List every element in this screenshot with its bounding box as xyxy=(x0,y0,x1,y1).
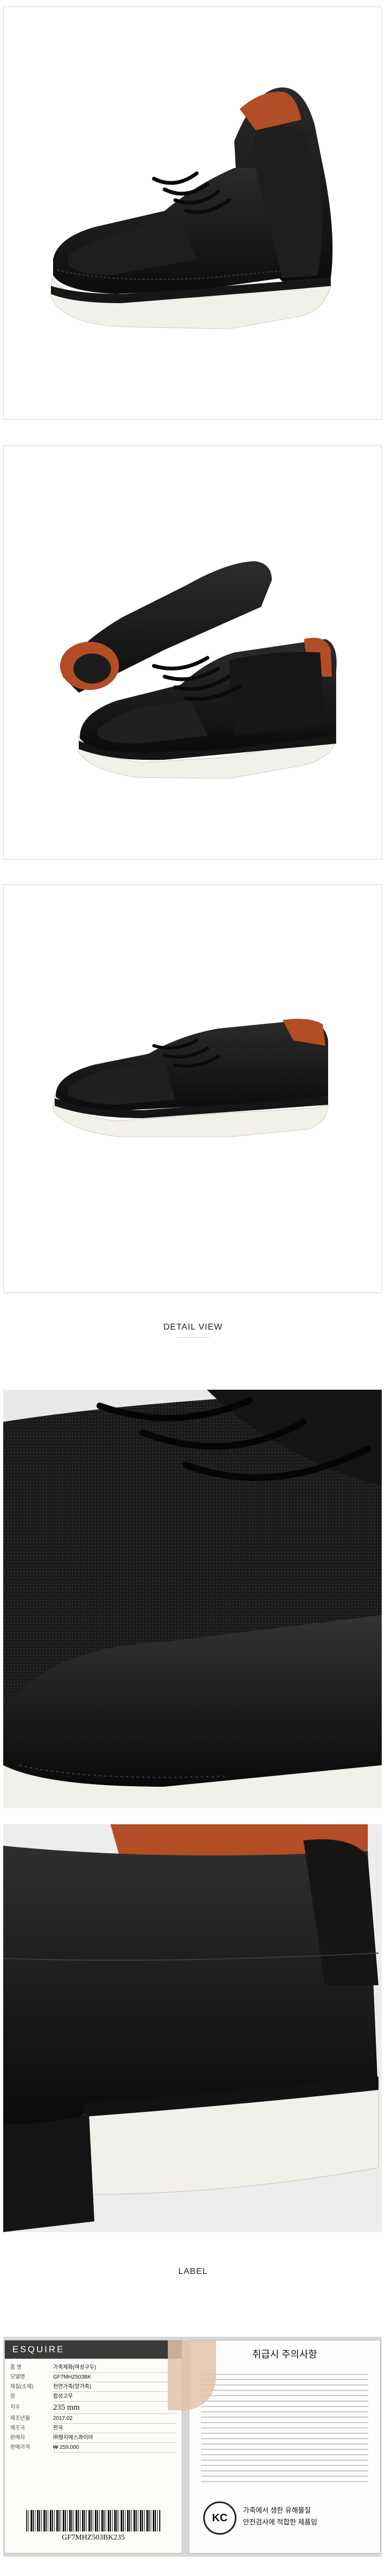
tag-row: 모델명 GF7MHZ503BK xyxy=(10,2373,176,2382)
tag-row-value: 한국 xyxy=(53,2424,176,2433)
tag-row: 판매자 ㈜형지에스콰이아 xyxy=(10,2433,176,2443)
tag-row-key: 판매자 xyxy=(10,2435,25,2441)
barcode-text: GF7MHZ503BK235 xyxy=(62,2534,125,2542)
sneaker-pair-illustration xyxy=(60,561,337,779)
tag-rows: 품 명 가죽제화(여성구두) 모델명 GF7MHZ503BK 재질(소재) 천연가죽(… xyxy=(5,2359,182,2453)
care-card-footer-line: 가죽에서 생한 유해물질 xyxy=(243,2506,311,2514)
tag-row: 품 명 가죽제화(여성구두) xyxy=(10,2363,176,2373)
tag-row-key: 모델명 xyxy=(10,2374,25,2380)
tag-row-key: 제조년월 xyxy=(10,2416,30,2421)
kc-mark-icon: KC xyxy=(203,2501,236,2535)
tag-row-key: 재질(소재) xyxy=(10,2384,34,2390)
product-photo-3 xyxy=(3,884,382,1293)
tag-row-key: 품 명 xyxy=(10,2365,22,2370)
tag-row-key: 제조국 xyxy=(10,2425,25,2431)
tag-row: 치수 235 mm xyxy=(10,2402,176,2414)
tag-row-value: 235 mm xyxy=(53,2402,176,2414)
label-photo: ESQUIRE 품 명 가죽제화(여성구두) 모델명 GF7MHZ503BK 재질(… xyxy=(3,2337,382,2557)
tag-row: 창 합성고무 xyxy=(10,2392,176,2402)
toe-closeup-illustration xyxy=(3,1390,382,1808)
care-card-footer-line: 안전검사에 적합한 제품임 xyxy=(243,2518,317,2526)
tag-row: 제조국 한국 xyxy=(10,2424,176,2433)
tag-row: 제조년월 2017.02 xyxy=(10,2414,176,2424)
barcode xyxy=(26,2510,160,2531)
sneaker-illustration xyxy=(50,87,333,329)
detail-view-heading: DETAIL VIEW xyxy=(163,1323,223,1332)
product-photo-1 xyxy=(3,6,382,420)
detail-photo-heel xyxy=(3,1824,382,2232)
product-tag: ESQUIRE 품 명 가죽제화(여성구두) 모델명 GF7MHZ503BK 재질(… xyxy=(4,2340,182,2553)
tag-row-key: 판매가격 xyxy=(10,2445,30,2450)
tag-row-value: ㈜형지에스콰이아 xyxy=(53,2433,176,2443)
tag-row-value: 가죽제화(여성구두) xyxy=(53,2363,176,2373)
tag-row-value: ₩ 259,000 xyxy=(53,2443,176,2453)
tag-row-value: 2017.02 xyxy=(53,2414,176,2424)
tag-brand: ESQUIRE xyxy=(5,2340,182,2359)
sneaker-profile-illustration xyxy=(53,1018,329,1137)
product-photo-2 xyxy=(3,445,382,860)
tag-row-value: 합성고무 xyxy=(53,2392,176,2402)
care-card-title: 취급시 주의사항 xyxy=(252,2349,317,2360)
label-heading: LABEL xyxy=(178,2267,208,2276)
tag-row-value: 천연가죽(양가죽) xyxy=(53,2382,176,2392)
tag-row: 재질(소재) 천연가죽(양가죽) xyxy=(10,2382,176,2392)
tag-row-value: GF7MHZ503BK xyxy=(53,2373,176,2382)
detail-view-rule xyxy=(177,1337,209,1338)
care-card-text-block xyxy=(201,2369,368,2482)
tag-row-key: 치수 xyxy=(10,2404,20,2410)
tag-row-key: 창 xyxy=(10,2394,16,2399)
tag-row: 판매가격 ₩ 259,000 xyxy=(10,2443,176,2453)
kc-mark-text: KC xyxy=(212,2512,228,2524)
detail-photo-toe xyxy=(3,1390,382,1808)
care-card: 취급시 주의사항 KC 가죽에서 생한 유해물질 안전검사에 적합한 제품임 xyxy=(168,2340,381,2553)
heel-closeup-illustration xyxy=(3,1824,382,2232)
